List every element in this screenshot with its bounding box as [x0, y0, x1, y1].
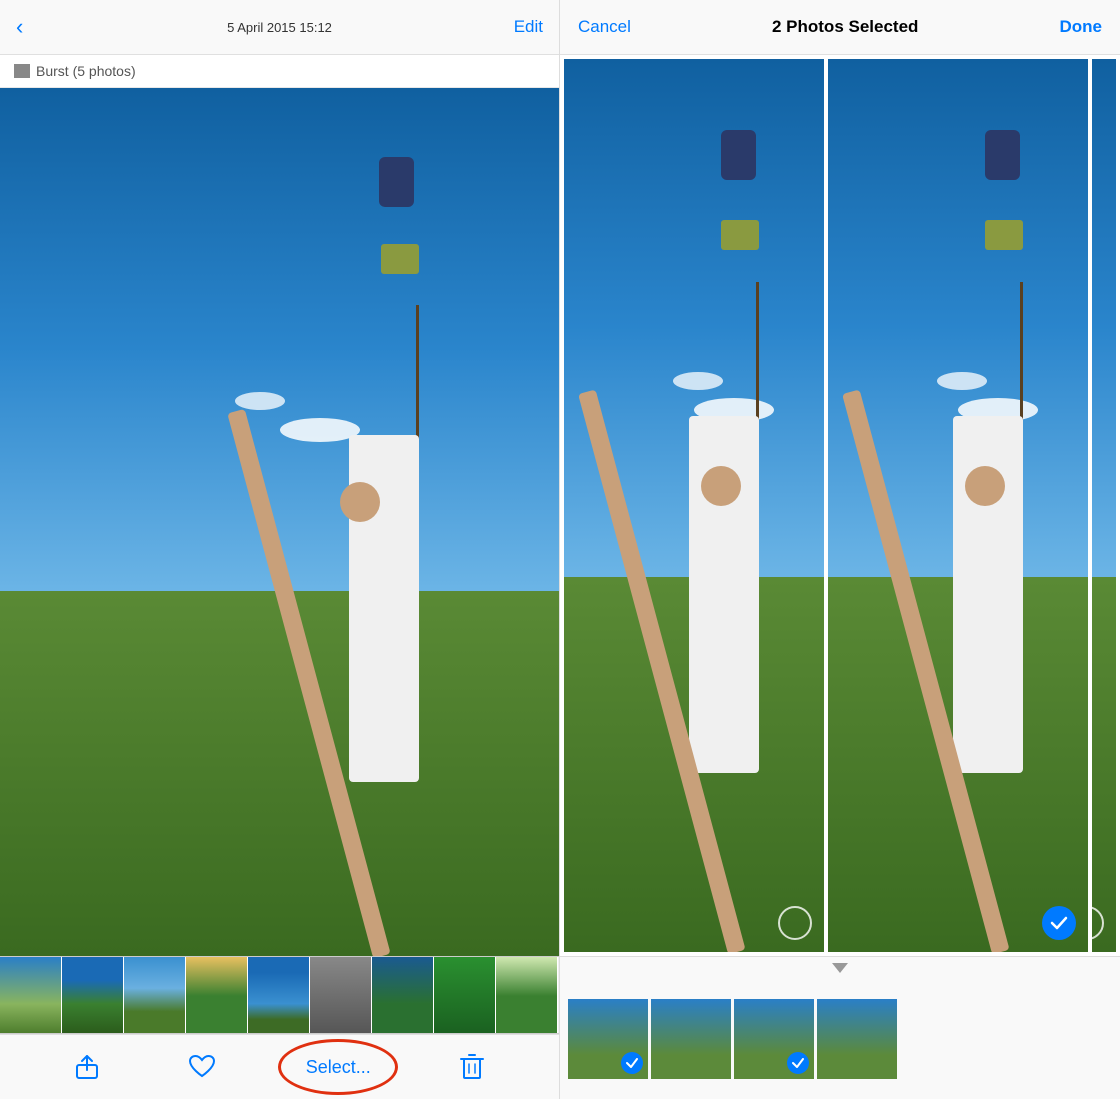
right-photo-slot-2[interactable] [828, 59, 1088, 952]
burst-label: Burst (5 photos) [0, 55, 559, 88]
right-thumb-1[interactable] [568, 999, 648, 1079]
right-thumb-bg-4 [817, 999, 897, 1079]
thumb-item[interactable] [496, 957, 558, 1034]
main-photo [0, 88, 559, 956]
right-photos-area [560, 55, 1120, 956]
check-overlay-1 [621, 1052, 643, 1074]
thumb-bg [248, 957, 309, 1034]
thumb-item[interactable] [248, 957, 310, 1034]
back-button[interactable]: ‹ [16, 14, 23, 40]
thumb-bg [124, 957, 185, 1034]
child-pants-r2 [985, 220, 1023, 250]
cloud1 [280, 418, 360, 442]
thumb-bg [310, 957, 371, 1034]
right-thumb-4[interactable] [817, 999, 897, 1079]
thumb-item[interactable] [310, 957, 372, 1034]
thumb-item[interactable] [186, 957, 248, 1034]
thumb-item[interactable] [372, 957, 434, 1034]
person-head-r2 [965, 466, 1005, 506]
main-photo-area[interactable] [0, 88, 559, 956]
right-thumbnail-strip [560, 979, 1120, 1099]
sky-bg [0, 88, 559, 609]
thumbnail-strip [0, 956, 559, 1034]
thumb-item[interactable] [124, 957, 186, 1034]
person-head [340, 482, 380, 522]
trash-button[interactable] [460, 1054, 484, 1080]
selection-badge-2 [1042, 906, 1076, 940]
burst-icon [14, 64, 30, 78]
bottom-arrow [560, 957, 1120, 979]
arrow-down-icon [832, 963, 848, 973]
thumb-bg [62, 957, 123, 1034]
child-body [379, 157, 414, 207]
sky-bg-r3 [1092, 59, 1116, 595]
select-button-wrap[interactable]: Select... [306, 1057, 371, 1078]
bushes-r3 [1092, 577, 1116, 952]
thumb-bg [434, 957, 495, 1034]
thumb-item[interactable] [434, 957, 496, 1034]
cancel-button[interactable]: Cancel [578, 17, 631, 37]
cloud2-r1 [673, 372, 723, 390]
selection-badge-outline-1 [778, 906, 812, 940]
check-overlay-3 [787, 1052, 809, 1074]
thumb-bg [496, 957, 557, 1034]
date-time-label: 5 April 2015 15:12 [227, 20, 332, 35]
right-bottom-strip [560, 956, 1120, 1099]
right-panel: Cancel 2 Photos Selected Done [560, 0, 1120, 1099]
right-photo-slot-3[interactable] [1092, 59, 1116, 952]
right-photo-3 [1092, 59, 1116, 952]
right-thumb-bg-2 [651, 999, 731, 1079]
bushes [0, 591, 559, 956]
selection-title: 2 Photos Selected [772, 17, 918, 37]
done-button[interactable]: Done [1059, 17, 1102, 37]
cloud2-r2 [937, 372, 987, 390]
thumb-item[interactable] [62, 957, 124, 1034]
thumb-item[interactable] [0, 957, 62, 1034]
child-body-r2 [985, 130, 1020, 180]
child-pants [381, 244, 419, 274]
right-photo-slot-1[interactable] [564, 59, 824, 952]
right-photo-1 [564, 59, 824, 952]
person-head-r1 [701, 466, 741, 506]
thumb-bg [186, 957, 247, 1034]
right-header: Cancel 2 Photos Selected Done [560, 0, 1120, 55]
cloud2 [235, 392, 285, 410]
right-thumb-3[interactable] [734, 999, 814, 1079]
thumb-bg [372, 957, 433, 1034]
right-photo-2 [828, 59, 1088, 952]
burst-label-text: Burst (5 photos) [36, 63, 136, 79]
bottom-toolbar: Select... [0, 1034, 559, 1099]
select-button[interactable]: Select... [306, 1057, 371, 1078]
thumb-bg [0, 957, 61, 1034]
child-pants-r1 [721, 220, 759, 250]
heart-button[interactable] [188, 1055, 216, 1079]
child-body-r1 [721, 130, 756, 180]
share-button[interactable] [75, 1054, 99, 1080]
edit-button[interactable]: Edit [514, 17, 543, 37]
right-thumb-2[interactable] [651, 999, 731, 1079]
left-panel: ‹ 5 April 2015 15:12 Edit Burst (5 photo… [0, 0, 560, 1099]
left-header: ‹ 5 April 2015 15:12 Edit [0, 0, 559, 55]
